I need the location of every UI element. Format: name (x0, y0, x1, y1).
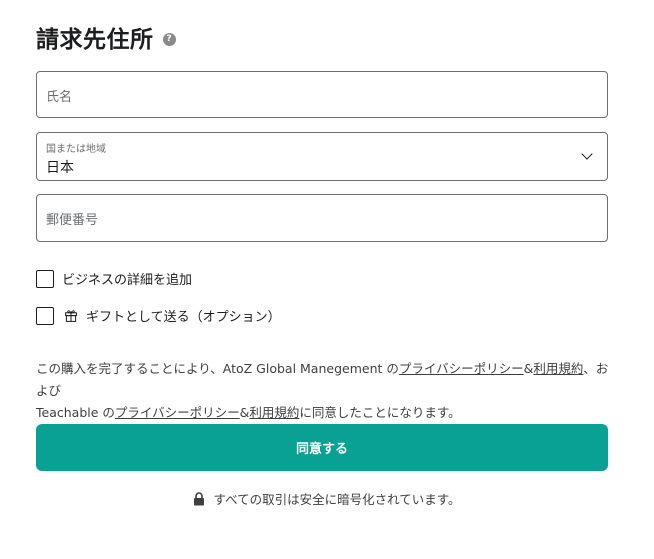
gift-label: ギフトとして送る（オプション） (86, 310, 281, 325)
privacy-policy-link[interactable]: プライバシーポリシー (399, 361, 524, 376)
secure-text: すべての取引は安全に暗号化されています。 (213, 492, 461, 507)
business-checkbox[interactable] (36, 269, 54, 288)
gift-icon (65, 310, 77, 322)
postal-placeholder: 郵便番号 (46, 213, 99, 228)
business-details-option[interactable]: ビジネスの詳細を追加 (36, 269, 192, 288)
legal-text: Teachable の (36, 405, 115, 420)
name-placeholder: 氏名 (46, 90, 73, 105)
business-label: ビジネスの詳細を追加 (62, 273, 193, 288)
teachable-terms-link[interactable]: 利用規約 (249, 405, 299, 420)
billing-address-form: 請求先住所 ? 氏名 国または地域 日本 郵便番号 ビジネスの詳細を追加 ギフト… (0, 0, 654, 559)
country-value: 日本 (46, 160, 74, 176)
secure-notice: すべての取引は安全に暗号化されています。 (0, 489, 654, 508)
legal-amp: & (523, 361, 534, 376)
legal-notice: この購入を完了することにより、AtoZ Global Manegement のプ… (36, 358, 616, 424)
teachable-privacy-link[interactable]: プライバシーポリシー (115, 405, 240, 420)
gift-option[interactable]: ギフトとして送る（オプション） (36, 306, 281, 325)
postal-code-field[interactable]: 郵便番号 (36, 194, 608, 242)
terms-link[interactable]: 利用規約 (533, 361, 583, 376)
legal-text: に同意したことになります。 (299, 405, 461, 420)
legal-amp: & (239, 405, 250, 420)
country-select[interactable]: 国または地域 日本 (36, 132, 608, 181)
page-title: 請求先住所 (36, 27, 154, 53)
agree-button[interactable]: 同意する (36, 424, 608, 471)
lock-icon (194, 491, 205, 505)
name-field[interactable]: 氏名 (36, 71, 608, 118)
question-circle-icon[interactable]: ? (162, 32, 176, 46)
country-label: 国または地域 (46, 144, 106, 155)
legal-text: この購入を完了することにより、AtoZ Global Manegement の (36, 361, 399, 376)
chevron-down-icon (581, 148, 593, 160)
section-header: 請求先住所 ? (36, 20, 176, 54)
gift-checkbox[interactable] (36, 306, 54, 325)
